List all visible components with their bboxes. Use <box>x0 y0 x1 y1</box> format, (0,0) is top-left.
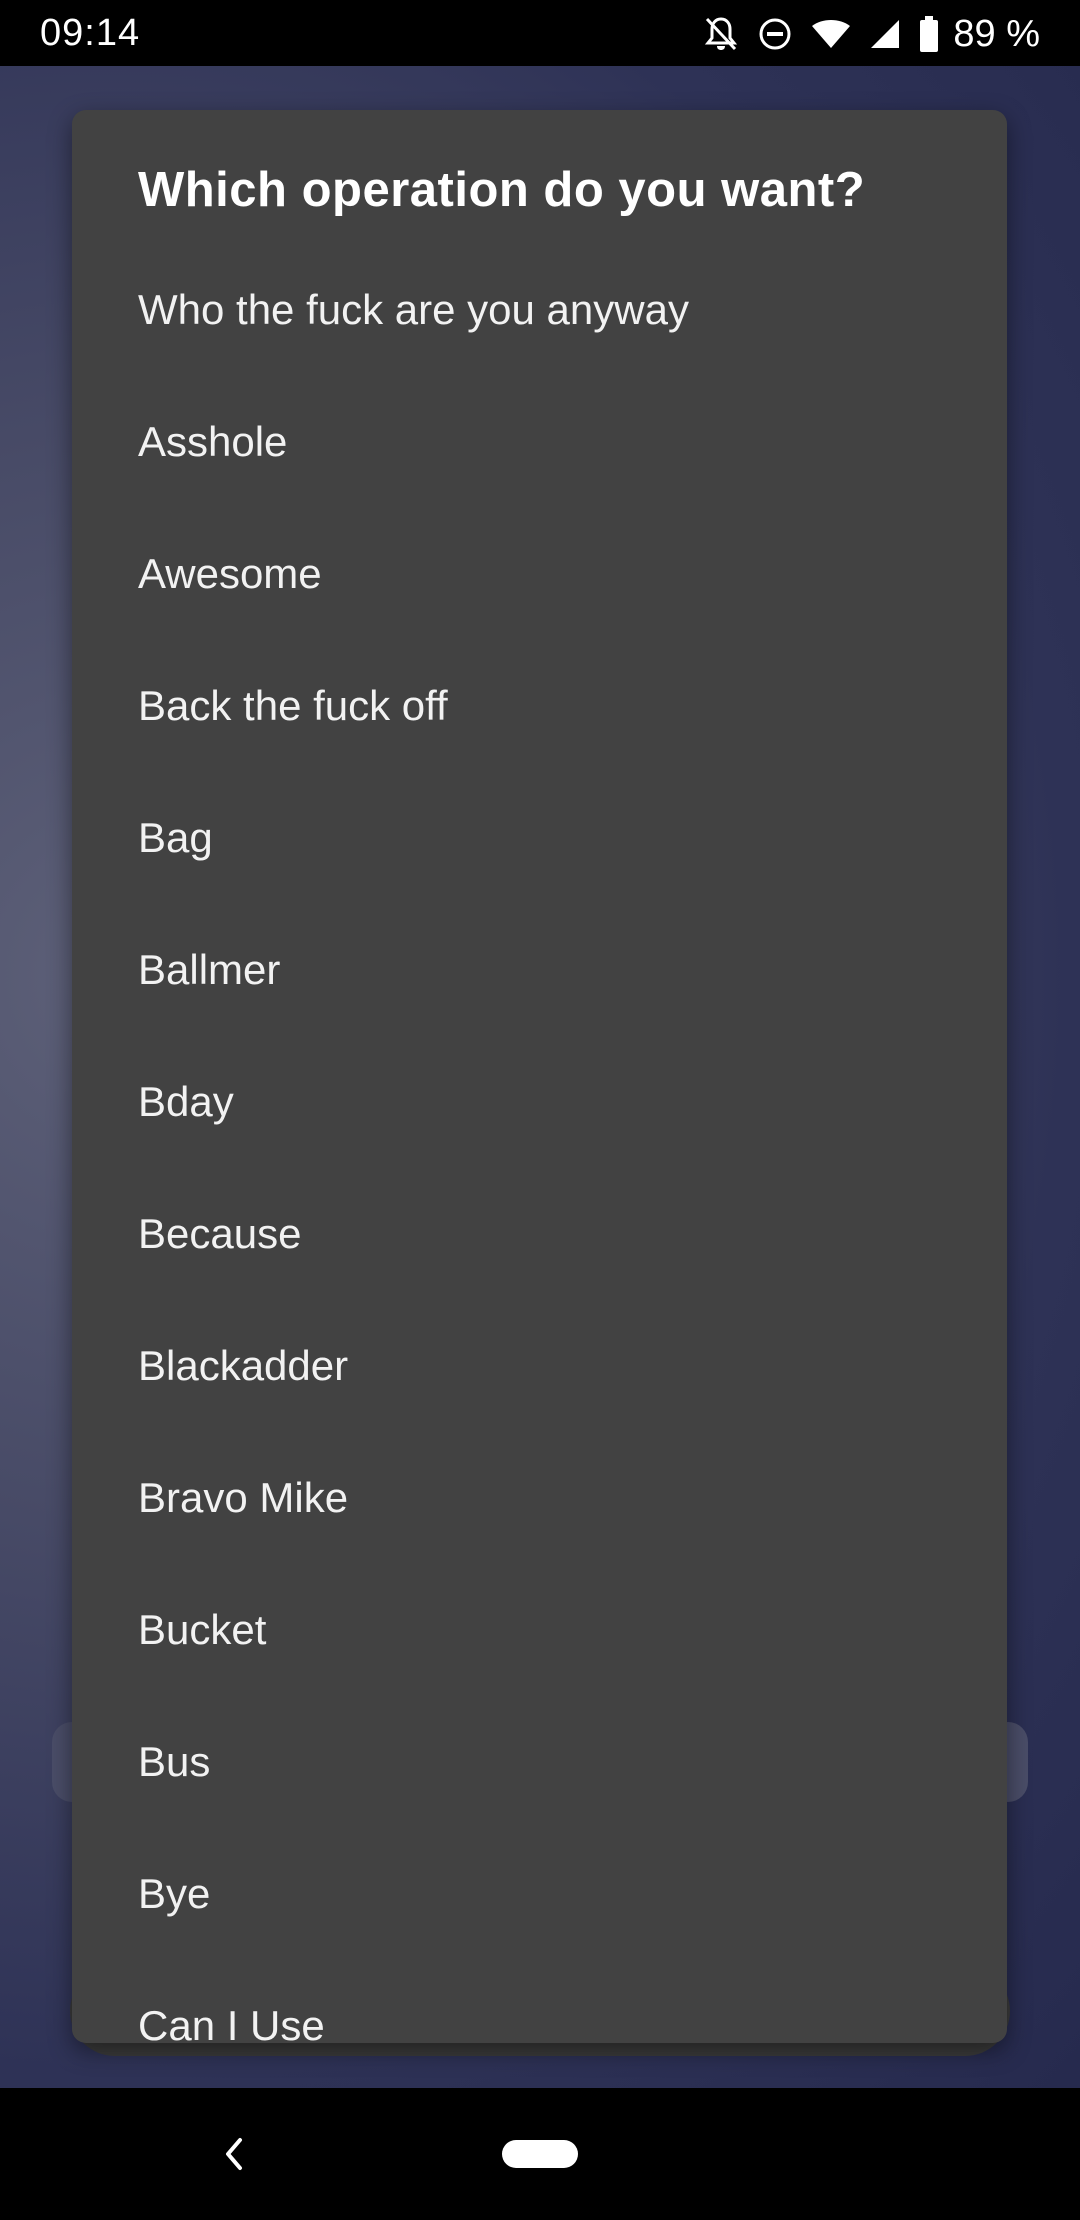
operation-option[interactable]: Because <box>72 1168 1007 1300</box>
dialog-title: Which operation do you want? <box>138 163 866 217</box>
status-time: 09:14 <box>40 12 141 54</box>
operation-option[interactable]: Bus <box>72 1696 1007 1828</box>
navigation-bar <box>0 2088 1080 2220</box>
home-pill-icon[interactable] <box>502 2140 578 2168</box>
notifications-off-icon <box>703 15 739 53</box>
status-bar: 09:14 89 % <box>0 0 1080 66</box>
battery-percent: 89 % <box>953 13 1040 55</box>
operation-option[interactable]: Back the fuck off <box>72 640 1007 772</box>
wifi-icon <box>811 18 851 50</box>
operation-option[interactable]: Bucket <box>72 1564 1007 1696</box>
operation-option[interactable]: Awesome <box>72 508 1007 640</box>
operation-option[interactable]: Bday <box>72 1036 1007 1168</box>
operation-option[interactable]: Bag <box>72 772 1007 904</box>
back-icon[interactable] <box>218 2132 250 2181</box>
status-icons: 89 % <box>703 12 1040 56</box>
operation-list[interactable]: Who the fuck are you anyway Asshole Awes… <box>72 244 1007 2043</box>
operation-option[interactable]: Asshole <box>72 376 1007 508</box>
operation-option[interactable]: Ballmer <box>72 904 1007 1036</box>
operation-option[interactable]: Bravo Mike <box>72 1432 1007 1564</box>
operation-dialog: Which operation do you want? Who the fuc… <box>72 110 1007 2043</box>
do-not-disturb-icon <box>757 16 793 52</box>
operation-option[interactable]: Can I Use <box>72 1960 1007 2043</box>
battery-icon <box>919 16 939 52</box>
operation-option[interactable]: Blackadder <box>72 1300 1007 1432</box>
cell-signal-icon <box>869 18 901 50</box>
operation-option[interactable]: Who the fuck are you anyway <box>72 244 1007 376</box>
operation-option[interactable]: Bye <box>72 1828 1007 1960</box>
